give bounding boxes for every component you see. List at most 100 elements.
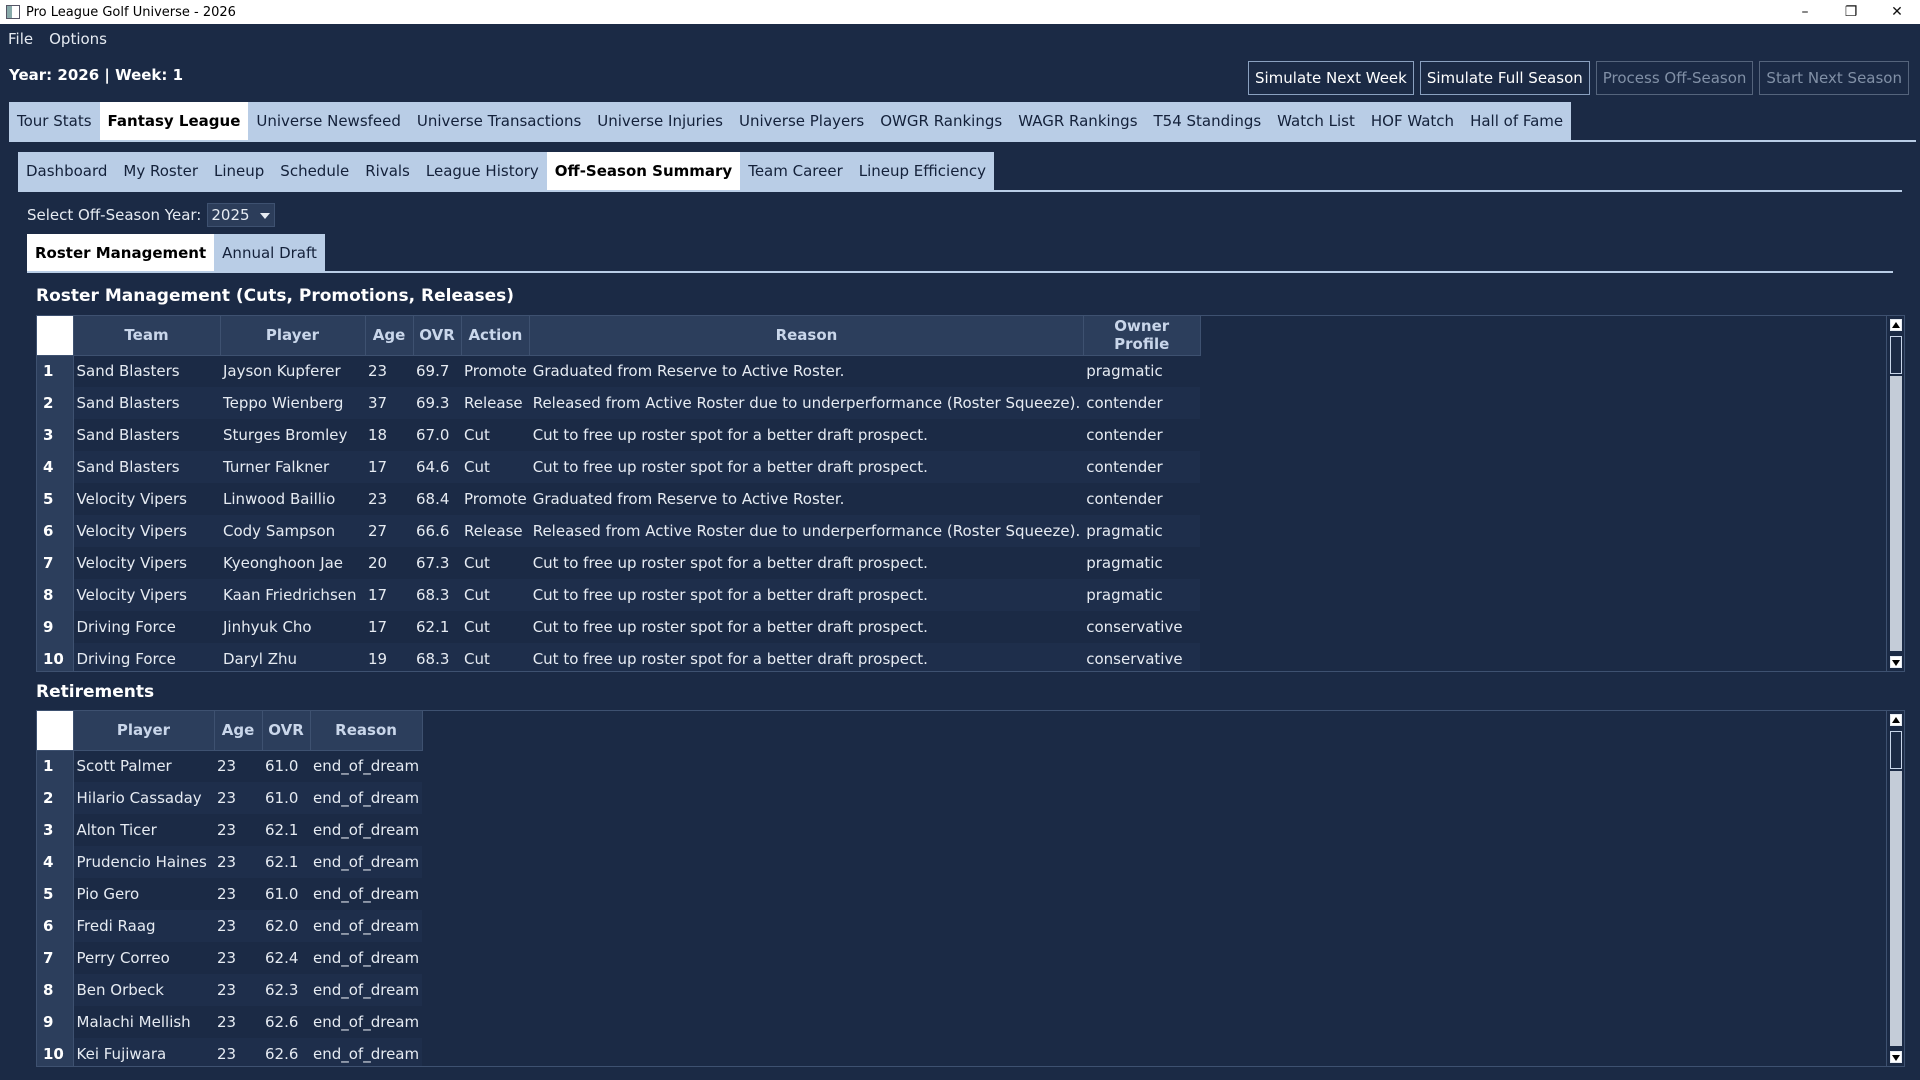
subtab-lineup-efficiency[interactable]: Lineup Efficiency — [851, 152, 994, 190]
row-number[interactable]: 3 — [37, 814, 73, 846]
cell-ovr[interactable]: 68.4 — [413, 483, 461, 515]
table-row[interactable]: 1Scott Palmer2361.0end_of_dream — [37, 750, 422, 782]
cell-owner-profile[interactable]: pragmatic — [1083, 355, 1200, 387]
cell-ovr[interactable]: 67.0 — [413, 419, 461, 451]
cell-reason[interactable]: end_of_dream — [310, 974, 422, 1006]
subtab-off-season-summary[interactable]: Off-Season Summary — [547, 152, 740, 190]
cell-age[interactable]: 23 — [214, 1038, 262, 1067]
tab-fantasy-league[interactable]: Fantasy League — [100, 102, 249, 140]
cell-action[interactable]: Cut — [461, 611, 530, 643]
cell-age[interactable]: 37 — [365, 387, 413, 419]
row-number[interactable]: 9 — [37, 611, 73, 643]
row-number[interactable]: 2 — [37, 387, 73, 419]
cell-player[interactable]: Jayson Kupferer — [220, 355, 365, 387]
innertab-annual-draft[interactable]: Annual Draft — [214, 234, 325, 272]
cell-reason[interactable]: Released from Active Roster due to under… — [530, 387, 1084, 419]
cell-ovr[interactable]: 67.3 — [413, 547, 461, 579]
cell-age[interactable]: 20 — [365, 547, 413, 579]
cell-reason[interactable]: end_of_dream — [310, 814, 422, 846]
scroll-track[interactable] — [1890, 771, 1902, 1046]
table-corner[interactable] — [37, 316, 73, 355]
cell-ovr[interactable]: 62.3 — [262, 974, 310, 1006]
column-header-team[interactable]: Team — [73, 316, 220, 355]
subtab-league-history[interactable]: League History — [418, 152, 547, 190]
cell-player[interactable]: Ben Orbeck — [73, 974, 214, 1006]
simulate-full-season-button[interactable]: Simulate Full Season — [1420, 61, 1590, 95]
cell-ovr[interactable]: 61.0 — [262, 878, 310, 910]
cell-ovr[interactable]: 62.0 — [262, 910, 310, 942]
column-header-age[interactable]: Age — [365, 316, 413, 355]
cell-player[interactable]: Cody Sampson — [220, 515, 365, 547]
menu-file[interactable]: File — [0, 30, 41, 48]
cell-ovr[interactable]: 64.6 — [413, 451, 461, 483]
table-row[interactable]: 3Alton Ticer2362.1end_of_dream — [37, 814, 422, 846]
row-number[interactable]: 5 — [37, 878, 73, 910]
cell-reason[interactable]: end_of_dream — [310, 846, 422, 878]
cell-player[interactable]: Kyeonghoon Jae — [220, 547, 365, 579]
cell-action[interactable]: Cut — [461, 451, 530, 483]
cell-player[interactable]: Jinhyuk Cho — [220, 611, 365, 643]
tab-watch-list[interactable]: Watch List — [1269, 102, 1363, 140]
row-number[interactable]: 9 — [37, 1006, 73, 1038]
cell-reason[interactable]: end_of_dream — [310, 878, 422, 910]
row-number[interactable]: 1 — [37, 750, 73, 782]
cell-age[interactable]: 23 — [214, 1006, 262, 1038]
cell-owner-profile[interactable]: conservative — [1083, 611, 1200, 643]
cell-owner-profile[interactable]: conservative — [1083, 643, 1200, 672]
row-number[interactable]: 8 — [37, 579, 73, 611]
menu-options[interactable]: Options — [41, 30, 115, 48]
cell-reason[interactable]: Released from Active Roster due to under… — [530, 515, 1084, 547]
column-header-ovr[interactable]: OVR — [413, 316, 461, 355]
row-number[interactable]: 10 — [37, 643, 73, 672]
cell-age[interactable]: 23 — [214, 782, 262, 814]
cell-reason[interactable]: end_of_dream — [310, 910, 422, 942]
table-row[interactable]: 10Driving ForceDaryl Zhu1968.3CutCut to … — [37, 643, 1200, 672]
table-row[interactable]: 7Perry Correo2362.4end_of_dream — [37, 942, 422, 974]
row-number[interactable]: 3 — [37, 419, 73, 451]
cell-age[interactable]: 27 — [365, 515, 413, 547]
cell-owner-profile[interactable]: contender — [1083, 419, 1200, 451]
row-number[interactable]: 6 — [37, 515, 73, 547]
off-season-year-select[interactable]: 2025 — [207, 203, 275, 227]
cell-owner-profile[interactable]: contender — [1083, 451, 1200, 483]
cell-owner-profile[interactable]: pragmatic — [1083, 579, 1200, 611]
column-header-owner-profile[interactable]: Owner Profile — [1083, 316, 1200, 355]
cell-age[interactable]: 17 — [365, 611, 413, 643]
table-row[interactable]: 7Velocity VipersKyeonghoon Jae2067.3CutC… — [37, 547, 1200, 579]
cell-action[interactable]: Cut — [461, 579, 530, 611]
innertab-roster-management[interactable]: Roster Management — [27, 234, 214, 272]
table-row[interactable]: 2Hilario Cassaday2361.0end_of_dream — [37, 782, 422, 814]
cell-age[interactable]: 23 — [214, 846, 262, 878]
cell-action[interactable]: Promote — [461, 483, 530, 515]
roster-scrollbar[interactable] — [1886, 316, 1904, 671]
scroll-down-icon[interactable] — [1890, 1051, 1902, 1063]
column-header-player[interactable]: Player — [73, 711, 214, 750]
cell-ovr[interactable]: 69.7 — [413, 355, 461, 387]
subtab-schedule[interactable]: Schedule — [272, 152, 357, 190]
cell-reason[interactable]: Graduated from Reserve to Active Roster. — [530, 483, 1084, 515]
subtab-my-roster[interactable]: My Roster — [115, 152, 206, 190]
tab-universe-players[interactable]: Universe Players — [731, 102, 872, 140]
cell-action[interactable]: Promote — [461, 355, 530, 387]
table-corner[interactable] — [37, 711, 73, 750]
row-number[interactable]: 5 — [37, 483, 73, 515]
cell-team[interactable]: Velocity Vipers — [73, 547, 220, 579]
cell-age[interactable]: 23 — [214, 974, 262, 1006]
cell-age[interactable]: 23 — [365, 355, 413, 387]
tab-universe-transactions[interactable]: Universe Transactions — [409, 102, 589, 140]
cell-player[interactable]: Hilario Cassaday — [73, 782, 214, 814]
tab-universe-injuries[interactable]: Universe Injuries — [589, 102, 731, 140]
cell-owner-profile[interactable]: pragmatic — [1083, 515, 1200, 547]
column-header-reason[interactable]: Reason — [310, 711, 422, 750]
cell-age[interactable]: 23 — [214, 878, 262, 910]
cell-player[interactable]: Malachi Mellish — [73, 1006, 214, 1038]
cell-reason[interactable]: Cut to free up roster spot for a better … — [530, 547, 1084, 579]
cell-player[interactable]: Pio Gero — [73, 878, 214, 910]
cell-player[interactable]: Alton Ticer — [73, 814, 214, 846]
cell-reason[interactable]: Cut to free up roster spot for a better … — [530, 451, 1084, 483]
cell-action[interactable]: Cut — [461, 419, 530, 451]
cell-player[interactable]: Prudencio Haines — [73, 846, 214, 878]
cell-team[interactable]: Velocity Vipers — [73, 579, 220, 611]
cell-reason[interactable]: Graduated from Reserve to Active Roster. — [530, 355, 1084, 387]
cell-ovr[interactable]: 62.1 — [262, 846, 310, 878]
